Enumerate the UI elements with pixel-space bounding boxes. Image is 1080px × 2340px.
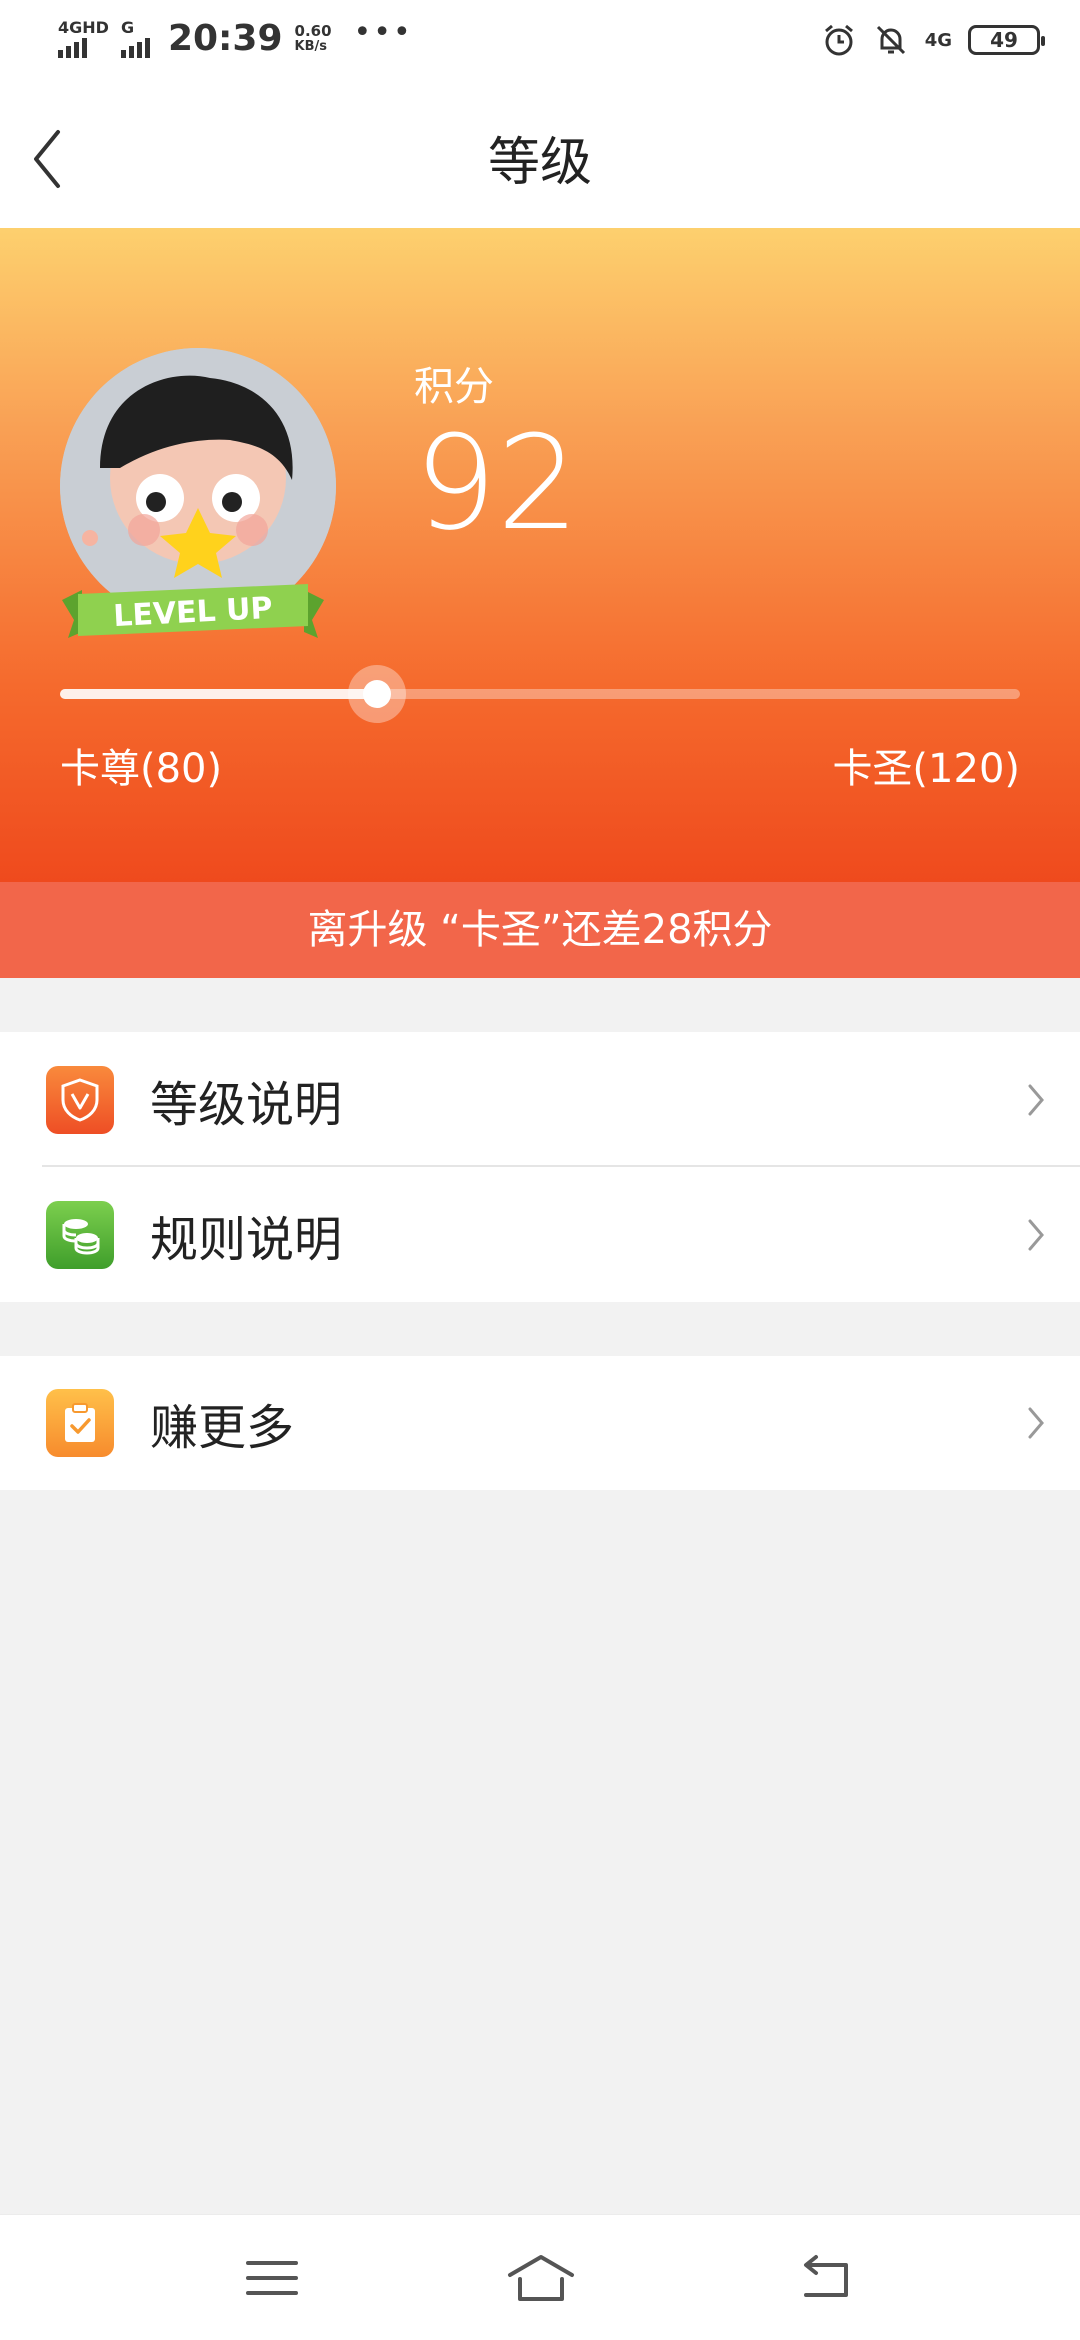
app-header: 等级 xyxy=(0,84,1080,228)
earn-list: 赚更多 xyxy=(0,1356,1080,1490)
level-hero: LEVEL UP 积分 92 卡尊(80) 卡圣(120) xyxy=(0,228,1080,882)
back-icon[interactable] xyxy=(794,2251,854,2305)
current-level-label: 卡尊(80) xyxy=(60,746,223,792)
home-icon[interactable] xyxy=(506,2251,576,2305)
level-progress-thumb xyxy=(347,665,406,723)
list-item-earn-more[interactable]: 赚更多 xyxy=(0,1356,1080,1490)
list-item-label: 规则说明 xyxy=(150,1211,343,1268)
chevron-right-icon xyxy=(1028,1084,1044,1115)
battery-level: 49 xyxy=(990,28,1018,52)
signal-icon: 4GHD xyxy=(58,17,109,58)
signal-label-secondary: G xyxy=(120,17,135,37)
status-bar: 4GHD G 20:39 0.60 KB/s ••• 4G 49 xyxy=(0,0,1080,84)
chevron-right-icon xyxy=(1028,1407,1044,1439)
list-item-label: 赚更多 xyxy=(150,1400,295,1456)
list-item-level-explanation[interactable]: 等级说明 xyxy=(0,1032,1080,1167)
level-progress-fill xyxy=(60,689,377,699)
points-value: 92 xyxy=(414,407,580,559)
signal-label: 4GHD xyxy=(58,17,109,37)
level-progress-track xyxy=(60,665,1020,723)
page-title: 等级 xyxy=(487,133,592,193)
clock: 20:39 xyxy=(167,18,283,59)
upgrade-remaining-banner: 离升级 “卡圣”还差28积分 xyxy=(0,882,1080,978)
network-speed-value: 0.60 xyxy=(294,21,332,40)
menu-icon[interactable] xyxy=(242,2251,302,2305)
network-type: 4G xyxy=(924,29,952,51)
battery-icon: 49 xyxy=(968,25,1045,55)
coins-icon xyxy=(46,1200,114,1269)
info-list: 等级说明 规则说明 xyxy=(0,1032,1080,1302)
network-speed: 0.60 KB/s xyxy=(295,23,332,55)
chevron-right-icon xyxy=(1028,1219,1044,1250)
clipboard-check-icon xyxy=(46,1389,114,1457)
more-notifications-icon: ••• xyxy=(353,15,413,50)
signal-icon-secondary: G xyxy=(120,17,150,58)
alarm-icon xyxy=(824,24,853,56)
points-label: 积分 xyxy=(414,364,494,410)
list-item-label: 等级说明 xyxy=(150,1076,343,1133)
level-up-badge: LEVEL UP xyxy=(62,584,324,638)
shield-v-icon xyxy=(46,1065,114,1134)
system-nav-bar xyxy=(0,2214,1080,2340)
next-level-label: 卡圣(120) xyxy=(832,746,1020,792)
bell-muted-icon xyxy=(876,25,905,55)
list-item-rules-explanation[interactable]: 规则说明 xyxy=(0,1167,1080,1302)
network-speed-unit: KB/s xyxy=(294,38,327,54)
